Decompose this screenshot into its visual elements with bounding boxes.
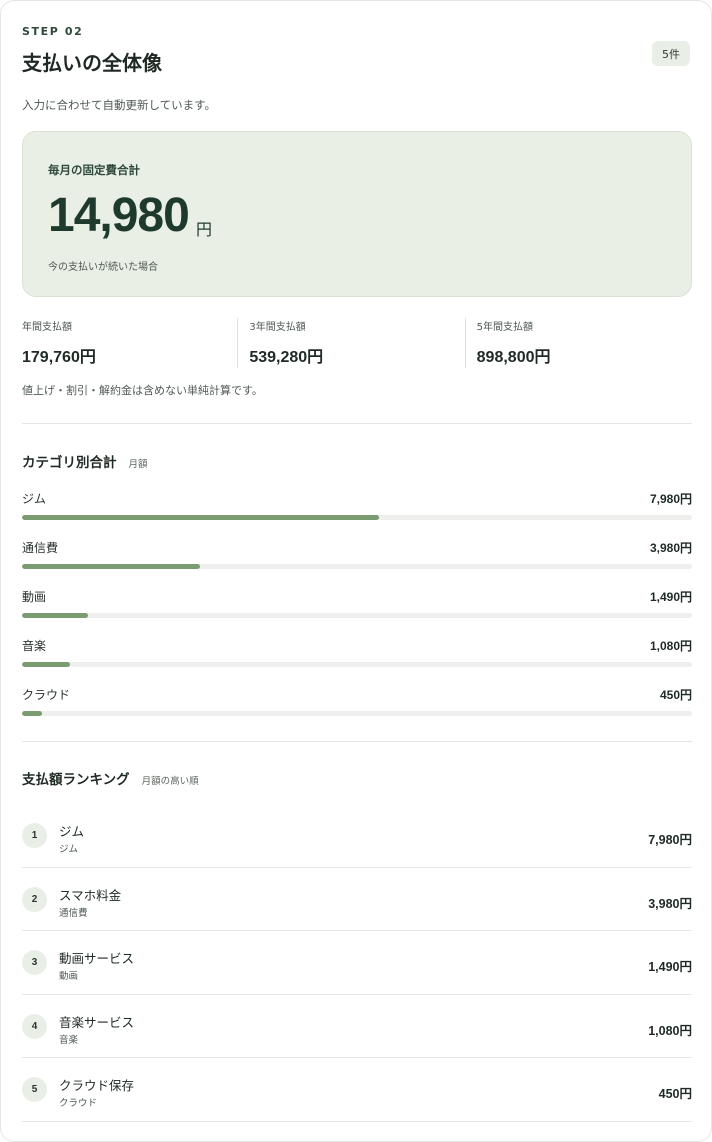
ranking-item-name: 動画サービス — [59, 951, 135, 966]
ranking-section-title: 支払額ランキング — [22, 772, 130, 788]
ranking-item-name: クラウド保存 — [59, 1078, 135, 1093]
calculation-disclaimer: 値上げ・割引・解約金は含めない単純計算です。 — [22, 384, 263, 397]
stat-5-years: 5年間支払額 898,800円 — [464, 318, 692, 368]
ranking-section-header: 支払額ランキング 月額の高い順 — [22, 768, 199, 788]
section-divider — [22, 741, 692, 742]
ranking-row: 3 動画サービス 動画 1,490円 — [22, 931, 692, 995]
monthly-total-panel: 毎月の固定費合計 14,980 円 今の支払いが続いた場合 — [22, 131, 692, 297]
category-bar-track — [22, 662, 692, 667]
ranking-item-amount: 3,980円 — [648, 896, 692, 911]
ranking-item-category: クラウド — [59, 1098, 98, 1109]
ranking-item-amount: 450円 — [658, 1087, 692, 1101]
ranking-row: 2 スマホ料金 通信費 3,980円 — [22, 868, 692, 931]
ranking-row: 1 ジム ジム 7,980円 — [22, 804, 692, 868]
category-bar-track — [22, 564, 692, 569]
category-name: クラウド — [22, 688, 71, 702]
category-amount: 1,490円 — [649, 590, 692, 604]
category-bar-track — [22, 711, 692, 716]
category-bar-fill — [22, 711, 43, 716]
category-bar-fill — [22, 564, 201, 569]
rank-number-badge: 5 — [22, 1077, 47, 1102]
ranking-item-amount: 1,490円 — [648, 960, 692, 974]
category-name: 通信費 — [22, 541, 59, 555]
projection-stats: 年間支払額 179,760円 3年間支払額 539,280円 5年間支払額 89… — [22, 318, 692, 368]
stat-value: 539,280円 — [249, 349, 324, 366]
ranking-item-name: ジム — [59, 824, 85, 839]
ranking-item-name: スマホ料金 — [59, 887, 122, 903]
stat-value: 898,800円 — [476, 349, 551, 366]
ranking-item-amount: 1,080円 — [648, 1023, 692, 1038]
category-item: 動画 1,490円 — [22, 586, 692, 635]
category-bar-track — [22, 515, 692, 520]
ranking-item-name: 音楽サービス — [59, 1014, 135, 1030]
category-bar-fill — [22, 515, 380, 520]
item-count-badge: 5件 — [652, 41, 690, 66]
category-bar-fill — [22, 662, 71, 667]
category-item: 通信費 3,980円 — [22, 537, 692, 586]
page-subtitle: 入力に合わせて自動更新しています。 — [22, 98, 217, 112]
category-section-title: カテゴリ別合計 — [22, 455, 117, 471]
stat-label: 3年間支払額 — [249, 322, 306, 333]
category-bar-track — [22, 613, 692, 618]
category-name: 音楽 — [22, 639, 47, 653]
step-label: STEP 02 — [22, 25, 84, 38]
category-section-header: カテゴリ別合計 月額 — [22, 451, 148, 471]
category-amount: 1,080円 — [649, 639, 692, 653]
monthly-total-amount: 14,980 — [48, 189, 190, 242]
stat-value: 179,760円 — [22, 349, 96, 366]
ranking-row: 4 音楽サービス 音楽 1,080円 — [22, 995, 692, 1058]
rank-number-badge: 4 — [22, 1013, 47, 1039]
stat-annual: 年間支払額 179,760円 — [22, 318, 237, 368]
category-section-subtitle: 月額 — [128, 459, 148, 470]
category-amount: 7,980円 — [649, 492, 692, 506]
ranking-list: 1 ジム ジム 7,980円 2 スマホ料金 通信費 3,980円 3 動画サー… — [22, 804, 692, 1122]
rank-number-badge: 3 — [22, 950, 47, 975]
rank-number-badge: 1 — [22, 823, 47, 848]
category-name: 動画 — [22, 590, 47, 604]
ranking-row: 5 クラウド保存 クラウド 450円 — [22, 1058, 692, 1122]
payment-overview-card: STEP 02 支払いの全体像 5件 入力に合わせて自動更新しています。 毎月の… — [0, 0, 712, 1142]
category-amount: 450円 — [659, 688, 692, 702]
rank-number-badge: 2 — [22, 886, 47, 912]
ranking-item-category: 動画 — [59, 971, 79, 982]
monthly-total-note: 今の支払いが続いた場合 — [48, 262, 158, 273]
ranking-item-category: 音楽 — [59, 1034, 79, 1046]
category-item: ジム 7,980円 — [22, 488, 692, 537]
category-amount: 3,980円 — [649, 541, 692, 555]
ranking-item-category: 通信費 — [59, 907, 88, 919]
category-list: ジム 7,980円 通信費 3,980円 動画 1,490円 音楽 1,080円… — [22, 488, 692, 733]
stat-3-years: 3年間支払額 539,280円 — [237, 318, 464, 368]
stat-label: 5年間支払額 — [476, 322, 534, 333]
ranking-section-subtitle: 月額の高い順 — [141, 776, 199, 787]
monthly-total-unit: 円 — [196, 220, 213, 239]
category-name: ジム — [22, 492, 47, 506]
ranking-item-category: ジム — [59, 844, 79, 855]
category-item: クラウド 450円 — [22, 684, 692, 733]
category-bar-fill — [22, 613, 89, 618]
page-title: 支払いの全体像 — [22, 51, 162, 75]
category-item: 音楽 1,080円 — [22, 635, 692, 684]
section-divider — [22, 423, 692, 424]
stat-label: 年間支払額 — [22, 322, 72, 333]
ranking-item-amount: 7,980円 — [648, 833, 692, 847]
monthly-total-label: 毎月の固定費合計 — [48, 163, 140, 177]
